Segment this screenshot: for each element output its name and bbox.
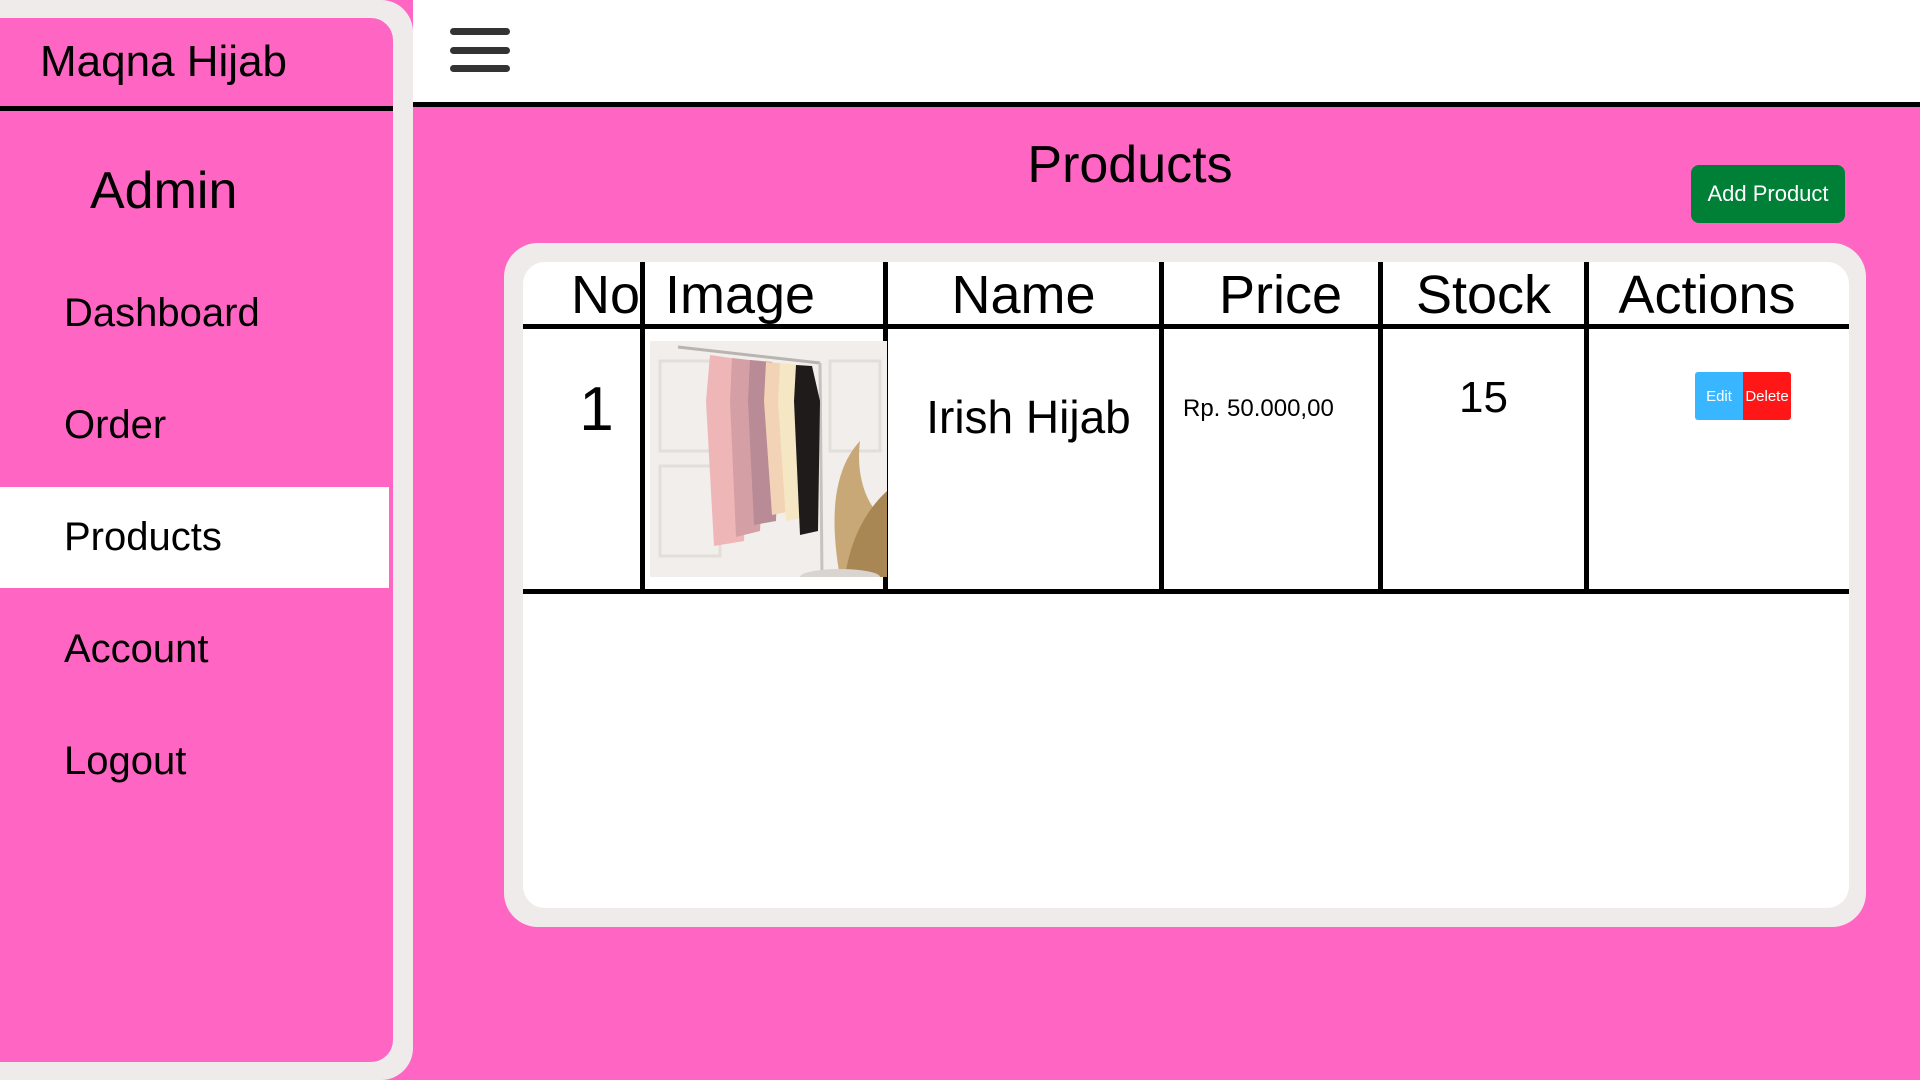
sidebar-item-products[interactable]: Products: [0, 487, 389, 588]
products-table-card: No Image Name Price Stock Actions 1 Iris…: [504, 243, 1866, 927]
column-divider: [1159, 262, 1164, 594]
column-header-no: No: [570, 264, 640, 325]
product-photo-hijabs-on-rack: [650, 341, 887, 577]
sidebar-item-dashboard[interactable]: Dashboard: [0, 263, 389, 364]
products-table: No Image Name Price Stock Actions 1 Iris…: [523, 262, 1849, 908]
cell-no: 1: [579, 375, 614, 444]
cell-stock: 15: [1459, 373, 1508, 422]
page-title: Products: [1027, 136, 1233, 194]
sidebar-nav: Dashboard Order Products Account Logout: [0, 263, 393, 812]
brand-name: Maqna Hijab: [0, 18, 393, 111]
column-header-image: Image: [665, 264, 816, 325]
row-divider: [523, 589, 1849, 594]
delete-button[interactable]: Delete: [1743, 372, 1791, 420]
add-product-button[interactable]: Add Product: [1691, 165, 1845, 223]
table-grid: No Image Name Price Stock Actions 1 Iris…: [523, 262, 1849, 908]
sidebar-item-order[interactable]: Order: [0, 375, 389, 476]
top-bar: [413, 0, 1920, 107]
hamburger-line: [450, 28, 510, 35]
edit-button[interactable]: Edit: [1695, 372, 1743, 420]
sidebar-item-logout[interactable]: Logout: [0, 711, 389, 812]
cell-name: Irish Hijab: [926, 391, 1131, 443]
column-header-actions: Actions: [1618, 264, 1796, 325]
sidebar: Maqna Hijab Admin Dashboard Order Produc…: [0, 18, 393, 1062]
sidebar-item-account[interactable]: Account: [0, 599, 389, 700]
hamburger-menu-icon[interactable]: [450, 28, 510, 72]
product-image: [650, 341, 887, 577]
hamburger-line: [450, 65, 510, 72]
hamburger-line: [450, 46, 510, 54]
column-header-price: Price: [1218, 264, 1343, 325]
column-header-stock: Stock: [1415, 264, 1552, 325]
admin-screen: Maqna Hijab Admin Dashboard Order Produc…: [0, 0, 1920, 1080]
column-header-name: Name: [951, 264, 1096, 325]
role-label: Admin: [90, 162, 238, 220]
sidebar-frame: Maqna Hijab Admin Dashboard Order Produc…: [0, 0, 413, 1080]
cell-price: Rp. 50.000,00: [1183, 395, 1334, 422]
